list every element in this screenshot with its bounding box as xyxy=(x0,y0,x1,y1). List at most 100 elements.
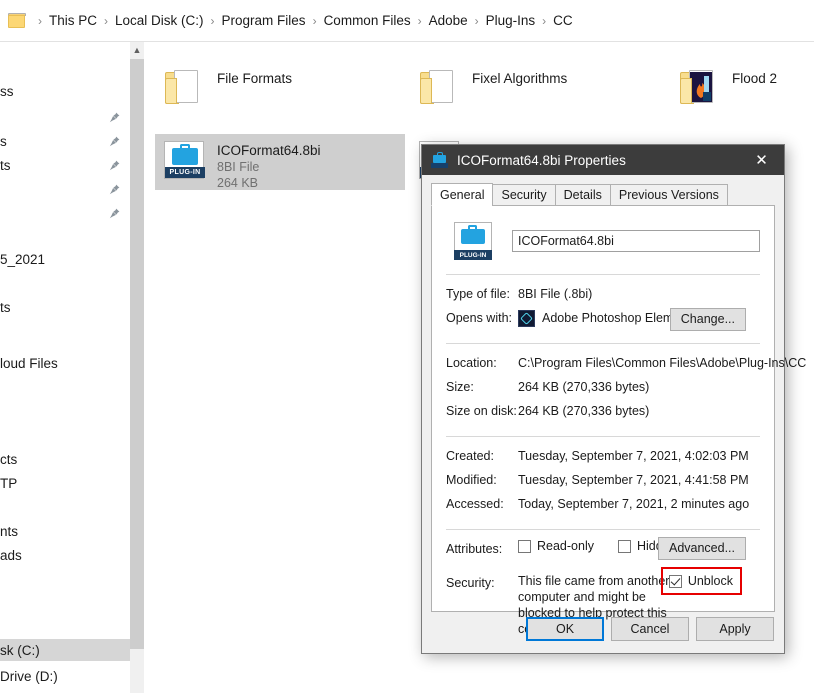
location-label: Location: xyxy=(446,356,497,370)
breadcrumb[interactable]: › This PC › Local Disk (C:) › Program Fi… xyxy=(0,0,814,41)
location-row: Location: C:\Program Files\Common Files\… xyxy=(446,353,806,377)
type-of-file-label: Type of file: xyxy=(446,287,510,301)
nav-item-label: ss xyxy=(0,83,14,99)
modified-row: Modified: Tuesday, September 7, 2021, 4:… xyxy=(446,470,760,494)
file-item-text: File Formats xyxy=(217,66,292,87)
nav-item-label: ts xyxy=(0,157,11,173)
size-label: Size: xyxy=(446,380,474,394)
size-on-disk-value: 264 KB (270,336 bytes) xyxy=(518,404,650,418)
checkbox-icon[interactable] xyxy=(518,539,531,553)
file-item-size: 264 KB xyxy=(217,176,259,190)
file-name-input[interactable] xyxy=(512,230,760,252)
close-icon[interactable]: ✕ xyxy=(739,145,784,175)
pin-icon[interactable] xyxy=(109,160,120,171)
nav-item-label: TP xyxy=(0,475,18,491)
location-value: C:\Program Files\Common Files\Adobe\Plug… xyxy=(518,356,807,370)
chevron-up-icon[interactable]: ▲ xyxy=(130,42,144,59)
pin-icon[interactable] xyxy=(109,208,120,219)
file-item-text: Flood 2 xyxy=(732,66,777,87)
pin-icon[interactable] xyxy=(109,112,120,123)
breadcrumb-segment-local-disk[interactable]: Local Disk (C:) xyxy=(115,13,204,28)
nav-item-label: Drive (D:) xyxy=(0,668,58,684)
tab-general[interactable]: General xyxy=(431,183,494,206)
navigation-pane[interactable]: ss s ts 5_2021 ts loud Files cts TP nts ads sk (C:… xyxy=(0,42,130,693)
accessed-row: Accessed: Today, September 7, 2021, 2 mi… xyxy=(446,494,760,518)
breadcrumb-segment-plug-ins[interactable]: Plug-Ins xyxy=(486,13,536,28)
file-name-header: PLUG-IN xyxy=(446,219,760,263)
nav-item-label: s xyxy=(0,133,7,149)
file-item-name: Fixel Algorithms xyxy=(472,71,568,86)
accessed-value: Today, September 7, 2021, 2 minutes ago xyxy=(518,497,750,511)
advanced-button[interactable]: Advanced... xyxy=(657,537,746,560)
nav-pane-scrollbar[interactable]: ▲ xyxy=(130,42,144,693)
nav-item[interactable]: ts xyxy=(0,296,130,318)
file-item[interactable]: Flood 2 xyxy=(670,62,814,118)
created-value: Tuesday, September 7, 2021, 4:02:03 PM xyxy=(518,449,749,463)
nav-item-label: cts xyxy=(0,451,18,467)
unblock-highlight: Unblock xyxy=(660,567,742,595)
attributes-row: Attributes: Read-only Hidden Advanced... xyxy=(446,537,760,565)
pin-icon[interactable] xyxy=(109,184,120,195)
divider xyxy=(446,436,760,437)
opens-with-label: Opens with: xyxy=(446,311,513,325)
file-item[interactable]: File Formats xyxy=(155,62,405,118)
dialog-titlebar[interactable]: ICOFormat64.8bi Properties ✕ xyxy=(422,145,784,175)
nav-item[interactable] xyxy=(0,202,130,224)
modified-value: Tuesday, September 7, 2021, 4:41:58 PM xyxy=(518,473,749,487)
breadcrumb-segment-cc[interactable]: CC xyxy=(553,13,573,28)
dialog-title: ICOFormat64.8bi Properties xyxy=(457,152,626,168)
checkbox-icon[interactable] xyxy=(617,539,631,553)
nav-item[interactable]: cts xyxy=(0,448,130,470)
file-item-selected[interactable]: PLUG-IN ICOFormat64.8bi 8BI File 264 KB xyxy=(155,134,405,190)
tab-details[interactable]: Details xyxy=(554,184,611,206)
breadcrumb-segment-this-pc[interactable]: This PC xyxy=(49,13,97,28)
general-tab-panel: PLUG-IN Type of file: 8BI File (.8bi) Op… xyxy=(431,205,806,636)
breadcrumb-separator: › xyxy=(312,13,317,28)
nav-item-label: sk (C:) xyxy=(0,642,40,658)
created-label: Created: xyxy=(446,449,494,463)
file-item-text: Fixel Algorithms xyxy=(472,66,567,87)
breadcrumb-separator: › xyxy=(474,13,479,28)
file-item[interactable]: Fixel Algorithms xyxy=(410,62,660,118)
dialog-body: General Security Details Previous Versio… xyxy=(422,175,806,636)
dialog-tabs[interactable]: General Security Details Previous Versio… xyxy=(431,183,775,206)
modified-label: Modified: xyxy=(446,473,497,487)
nav-item[interactable]: nts xyxy=(0,520,130,542)
nav-item[interactable]: s xyxy=(0,130,130,152)
file-item-type: 8BI File xyxy=(217,160,260,174)
pin-icon[interactable] xyxy=(109,136,120,147)
file-item-name: File Formats xyxy=(217,71,293,86)
plugin-file-icon xyxy=(431,152,448,168)
ok-button[interactable]: OK xyxy=(526,617,604,641)
nav-item[interactable]: TP xyxy=(0,472,130,494)
nav-item[interactable]: ts xyxy=(0,154,130,176)
breadcrumb-separator: › xyxy=(417,13,422,28)
nav-item[interactable] xyxy=(0,106,130,128)
breadcrumb-segment-common-files[interactable]: Common Files xyxy=(324,13,411,28)
change-button[interactable]: Change... xyxy=(669,308,746,331)
unblock-checkbox-icon[interactable] xyxy=(668,574,682,588)
size-row: Size: 264 KB (270,336 bytes) xyxy=(446,377,760,401)
nav-item[interactable]: ads xyxy=(0,544,130,566)
security-label: Security: xyxy=(446,576,495,590)
tab-previous-versions[interactable]: Previous Versions xyxy=(609,184,728,206)
folder-with-image-icon xyxy=(676,66,722,110)
plugin-badge-label: PLUG-IN xyxy=(454,250,492,260)
breadcrumb-segment-program-files[interactable]: Program Files xyxy=(222,13,306,28)
nav-item[interactable]: loud Files xyxy=(0,352,130,374)
divider xyxy=(446,343,760,344)
cancel-button[interactable]: Cancel xyxy=(611,617,689,641)
nav-item[interactable]: 5_2021 xyxy=(0,248,130,270)
read-only-checkbox[interactable]: Read-only xyxy=(518,539,594,553)
nav-item[interactable] xyxy=(0,178,130,200)
opens-with-row: Opens with: Adobe Photoshop Elem Change.… xyxy=(446,308,760,332)
nav-item[interactable]: Drive (D:) xyxy=(0,665,130,687)
photoshop-elements-icon xyxy=(518,309,535,327)
folder-icon xyxy=(161,66,207,110)
nav-item[interactable]: sk (C:) xyxy=(0,639,130,661)
nav-item[interactable]: ss xyxy=(0,80,130,102)
breadcrumb-segment-adobe[interactable]: Adobe xyxy=(429,13,468,28)
scrollbar-thumb[interactable] xyxy=(130,59,144,649)
tab-security[interactable]: Security xyxy=(492,184,556,206)
apply-button[interactable]: Apply xyxy=(696,617,774,641)
